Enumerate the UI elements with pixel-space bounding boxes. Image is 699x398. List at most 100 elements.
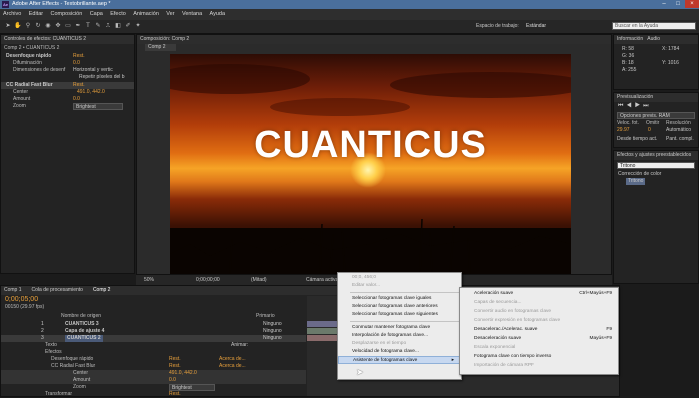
menu-easy-ease-in[interactable]: Aceleración suave Ctrl+Mayús+F9 <box>460 290 618 298</box>
camera-select[interactable]: Cámara activa <box>306 277 338 283</box>
preview-tab[interactable]: Previsualización <box>614 93 698 102</box>
effects-presets-tab[interactable]: Efectos y ajustes preestablecidos <box>614 151 698 160</box>
timeline-timecode[interactable]: 0;00;05;00 <box>5 296 38 303</box>
menu-sequence-layers[interactable]: Capas de secuencia... <box>460 299 618 307</box>
prop-text[interactable]: Texto <box>45 342 57 349</box>
composition-tab[interactable]: Composición: Comp 2 <box>137 35 611 44</box>
prop-radial-blur-about[interactable]: Acerca de... <box>219 363 246 370</box>
mask-tool-icon[interactable]: ▭ <box>64 22 72 30</box>
prop-center[interactable]: Center <box>73 370 88 377</box>
menu-rpf-camera-import[interactable]: Importación de cámara RPF <box>460 362 618 370</box>
audio-tab[interactable]: Audio <box>647 36 660 42</box>
ram-preview-options[interactable]: Opciones previs. RAM <box>617 112 695 119</box>
menu-rove-across-time[interactable]: Desplazarse en el tiempo <box>338 340 461 348</box>
stamp-tool-icon[interactable]: ⎍ <box>104 22 112 30</box>
prop-fast-blur[interactable]: Desenfoque rápido <box>51 356 93 363</box>
resolution-value[interactable]: Automático <box>666 127 691 134</box>
prop-text-animate[interactable]: Animar: <box>231 342 248 349</box>
menu-time-reverse-keyframes[interactable]: Fotograma clave con tiempo inverso <box>460 353 618 361</box>
menu-keyframe-velocity[interactable]: Velocidad de fotograma clave... <box>338 348 461 356</box>
repeat-edge-checkbox[interactable]: Repetir píxeles del b <box>79 74 125 81</box>
layer-1-name[interactable]: CUANTICUS 3 <box>65 321 99 328</box>
menu-convert-audio[interactable]: Convertir audio en fotogramas clave <box>460 308 618 316</box>
menu-toggle-hold-keyframe[interactable]: Conmutar mantener fotograma clave <box>338 324 461 332</box>
amount-value[interactable]: 0.0 <box>73 96 80 103</box>
blur-dimensions-select[interactable]: Horizontal y vertic <box>73 67 113 74</box>
center-value[interactable]: 491.0, 442.0 <box>77 89 105 96</box>
help-search-input[interactable]: Buscar en la Ayuda <box>612 22 696 30</box>
prop-amount[interactable]: Amount <box>73 377 90 384</box>
layer-3-name[interactable]: CUANTICUS 2 <box>65 335 103 342</box>
prop-effects[interactable]: Efectos <box>45 349 62 356</box>
prop-center-value[interactable]: 491.0, 442.0 <box>169 370 197 377</box>
tab-comp-1[interactable]: Comp 1 <box>4 286 22 295</box>
prop-zoom[interactable]: Zoom <box>73 384 86 391</box>
effect-radial-blur-reset[interactable]: Rest. <box>73 82 85 89</box>
pen-tool-icon[interactable]: ✒ <box>74 22 82 30</box>
composition-canvas[interactable]: CUANTICUS <box>170 54 571 274</box>
prop-amount-value[interactable]: 0.0 <box>169 377 176 384</box>
menu-ver[interactable]: Ver <box>166 11 174 17</box>
fps-value[interactable]: 29.97 <box>617 127 630 134</box>
workspace-select[interactable]: Estándar <box>526 23 546 29</box>
from-current-checkbox[interactable]: Desde tiempo act. <box>617 136 657 143</box>
menu-animacion[interactable]: Animación <box>133 11 159 17</box>
playback-controls[interactable]: ⏮◀▶⏭ <box>618 103 652 110</box>
maximize-icon[interactable]: □ <box>671 0 685 8</box>
menu-keyframe-interpolation[interactable]: Interpolación de fotogramas clave... <box>338 332 461 340</box>
pan-behind-tool-icon[interactable]: ✥ <box>54 22 62 30</box>
viewer-timecode[interactable]: 0;00;00;00 <box>196 277 220 283</box>
menu-composicion[interactable]: Composición <box>51 11 83 17</box>
hand-tool-icon[interactable]: ✋ <box>14 22 22 30</box>
menu-editar[interactable]: Editar <box>29 11 43 17</box>
effects-controls-tab[interactable]: Controles de efectos: CUANTICUS 2 <box>1 35 134 44</box>
menu-select-next-keyframes[interactable]: Seleccionar fotogramas clave siguientes <box>338 311 461 319</box>
menu-convert-expression[interactable]: Convertir expresión en fotogramas clave <box>460 317 618 325</box>
menu-efecto[interactable]: Efecto <box>110 11 126 17</box>
prop-fast-blur-about[interactable]: Acerca de... <box>219 356 246 363</box>
menu-keyframe-assistant[interactable]: Asistente de fotogramas clave ▸ <box>338 356 461 364</box>
camera-tool-icon[interactable]: ◉ <box>44 22 52 30</box>
tab-render-queue[interactable]: Cola de procesamiento <box>32 286 83 295</box>
rotate-tool-icon[interactable]: ↻ <box>34 22 42 30</box>
resolution-select[interactable]: (Mitad) <box>251 277 267 283</box>
prop-zoom-select[interactable]: Brightest <box>169 384 215 391</box>
tab-comp-2[interactable]: Comp 2 <box>93 286 111 295</box>
info-tab[interactable]: Información <box>617 36 643 42</box>
comp-subtab[interactable]: Comp 2 <box>145 44 176 51</box>
selection-tool-icon[interactable]: ➤ <box>4 22 12 30</box>
effect-radial-blur[interactable]: CC Radial Fast Blur <box>6 82 53 89</box>
layer-1-parent[interactable]: Ninguno <box>263 321 282 328</box>
effects-search-input[interactable]: Tritono <box>617 162 695 169</box>
skip-value[interactable]: 0 <box>648 127 651 134</box>
menu-easy-ease[interactable]: Desacelerac./Acelerac. suave F9 <box>460 326 618 334</box>
close-icon[interactable]: × <box>685 0 699 8</box>
effect-fast-blur[interactable]: Desenfoque rápido <box>6 53 51 60</box>
puppet-tool-icon[interactable]: ✦ <box>134 22 142 30</box>
menu-capa[interactable]: Capa <box>90 11 103 17</box>
menu-ayuda[interactable]: Ayuda <box>210 11 226 17</box>
roto-brush-icon[interactable]: ✐ <box>124 22 132 30</box>
layer-3-parent[interactable]: Ninguno <box>263 335 282 342</box>
layer-2-parent[interactable]: Ninguno <box>263 328 282 335</box>
text-tool-icon[interactable]: T <box>84 22 92 30</box>
color-correction-folder[interactable]: Corrección de color <box>618 171 661 178</box>
minimize-icon[interactable]: – <box>657 0 671 8</box>
menu-select-previous-keyframes[interactable]: Seleccionar fotogramas clave anteriores <box>338 303 461 311</box>
zoom-level[interactable]: 50% <box>144 277 154 283</box>
layer-2-name[interactable]: Capa de ajuste 4 <box>65 328 104 335</box>
tritone-effect[interactable]: Tritono <box>626 178 646 185</box>
menu-easy-ease-out[interactable]: Desaceleración suave Mayús+F9 <box>460 335 618 343</box>
menu-select-equal-keyframes[interactable]: Seleccionar fotogramas clave iguales <box>338 295 461 303</box>
effect-fast-blur-reset[interactable]: Rest. <box>73 53 85 60</box>
menu-edit-value[interactable]: Editar valor... <box>338 282 461 290</box>
zoom-tool-icon[interactable]: ⚲ <box>24 22 32 30</box>
zoom-select[interactable]: Brightest <box>73 103 123 110</box>
menu-ventana[interactable]: Ventana <box>182 11 202 17</box>
menu-exponential-scale[interactable]: Escala exponencial <box>460 344 618 352</box>
prop-radial-blur-reset[interactable]: Rest. <box>169 363 181 370</box>
full-screen-checkbox[interactable]: Pant. compl. <box>666 136 694 143</box>
blurriness-value[interactable]: 0.0 <box>73 60 80 67</box>
eraser-tool-icon[interactable]: ◧ <box>114 22 122 30</box>
prop-fast-blur-reset[interactable]: Rest. <box>169 356 181 363</box>
